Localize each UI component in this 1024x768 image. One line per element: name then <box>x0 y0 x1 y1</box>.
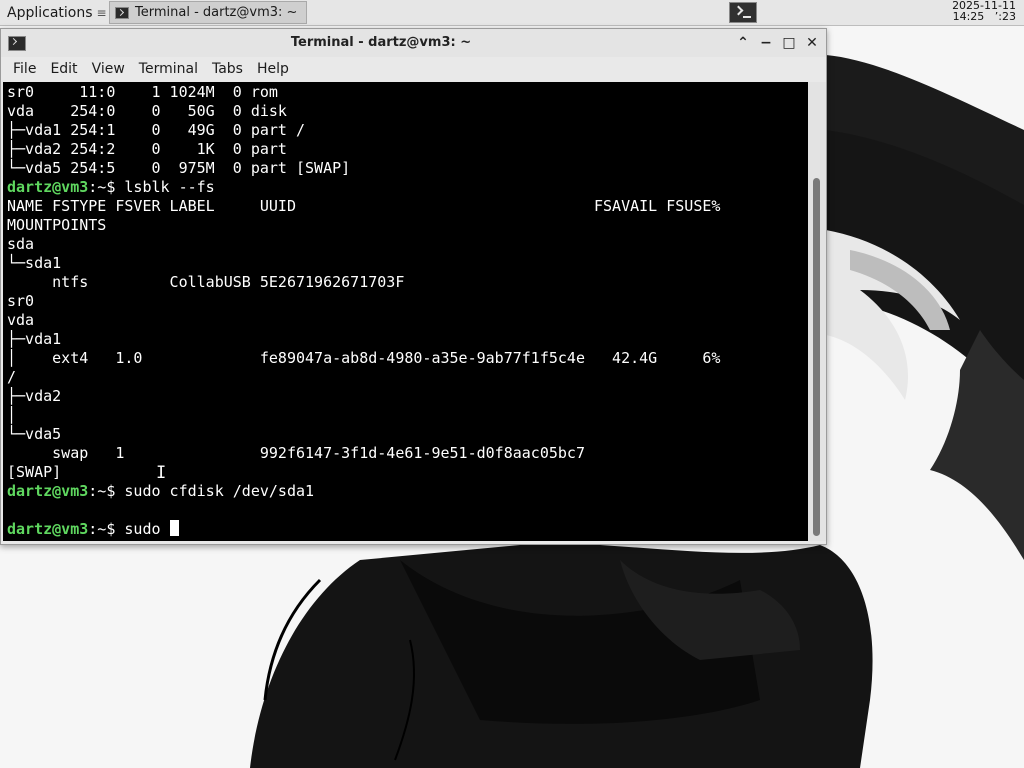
prompt-user-host: dartz@vm3 <box>7 482 89 500</box>
tray-terminal-icon[interactable] <box>729 2 757 23</box>
applications-menu-button[interactable]: Applications ≡ <box>0 0 107 25</box>
maximize-button[interactable]: □ <box>780 34 798 52</box>
command-input: sudo <box>124 520 170 538</box>
terminal-scrollbar[interactable] <box>808 82 826 541</box>
prompt-user-host: dartz@vm3 <box>7 178 89 196</box>
window-titlebar[interactable]: Terminal - dartz@vm3: ~ ⌃ − □ ✕ <box>1 29 826 57</box>
menu-separator-icon: ≡ <box>96 5 107 20</box>
window-title: Terminal - dartz@vm3: ~ <box>290 35 472 50</box>
terminal-cursor <box>169 520 179 536</box>
menu-edit[interactable]: Edit <box>50 61 77 77</box>
menu-bar: File Edit View Terminal Tabs Help <box>1 57 826 81</box>
terminal-icon <box>115 6 129 19</box>
taskbar-terminal-button[interactable]: Terminal - dartz@vm3: ~ <box>109 1 307 24</box>
taskbar-terminal-label: Terminal - dartz@vm3: ~ <box>135 5 298 20</box>
clock-time: 14:25 ʼ:23 <box>952 10 1016 23</box>
prompt-user-host: dartz@vm3 <box>7 520 89 538</box>
mouse-ibeam-cursor-icon: I <box>156 463 167 483</box>
scrollbar-thumb[interactable] <box>813 178 820 536</box>
command-text: sudo cfdisk /dev/sda1 <box>124 482 315 500</box>
terminal-window: Terminal - dartz@vm3: ~ ⌃ − □ ✕ File Edi… <box>0 28 827 545</box>
command-text: lsblk --fs <box>124 178 215 196</box>
minimize-button[interactable]: − <box>757 34 775 52</box>
menu-tabs[interactable]: Tabs <box>212 61 243 77</box>
top-panel: Applications ≡ Terminal - dartz@vm3: ~ 2… <box>0 0 1024 26</box>
roll-up-button[interactable]: ⌃ <box>734 34 752 52</box>
menu-view[interactable]: View <box>92 61 125 77</box>
terminal-output[interactable]: sr0 11:0 1 1024M 0 rom vda 254:0 0 50G 0… <box>3 82 808 541</box>
close-button[interactable]: ✕ <box>803 34 821 52</box>
applications-label: Applications <box>7 4 93 21</box>
panel-clock[interactable]: 2025-11-11 14:25 ʼ:23 <box>928 0 1020 25</box>
menu-file[interactable]: File <box>13 61 36 77</box>
menu-help[interactable]: Help <box>257 61 289 77</box>
menu-terminal[interactable]: Terminal <box>139 61 198 77</box>
